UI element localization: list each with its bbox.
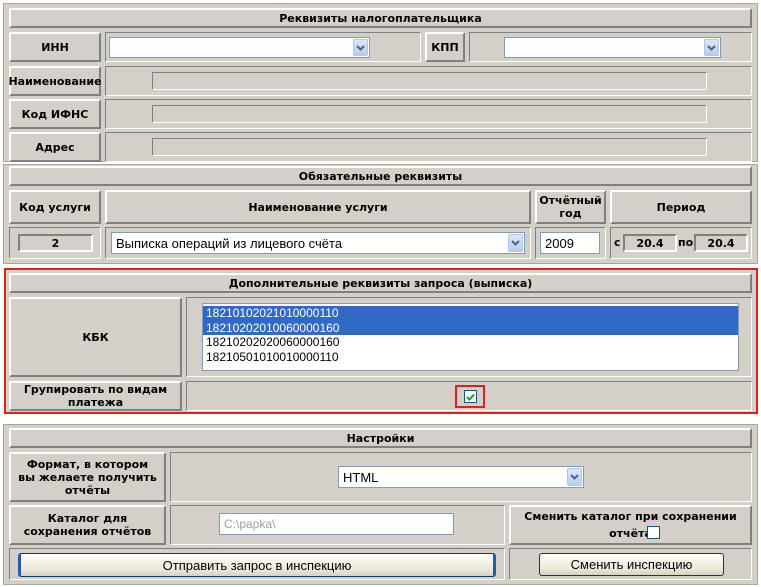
group-checkbox[interactable] bbox=[464, 390, 477, 403]
name-label: Наименование bbox=[8, 66, 102, 96]
change-dir-label: Сменить каталог при сохранении отчёта bbox=[511, 508, 750, 542]
required-header: Обязательные реквизиты bbox=[9, 166, 752, 186]
kbk-list-item[interactable]: 18210102021010000110 bbox=[203, 306, 738, 321]
period-to-label: по bbox=[678, 236, 694, 249]
address-field bbox=[152, 138, 707, 156]
inn-select[interactable] bbox=[109, 37, 370, 58]
kpp-label: КПП bbox=[425, 32, 465, 62]
group-label: Групировать по видам платежа bbox=[9, 381, 182, 411]
kpp-select[interactable] bbox=[504, 37, 721, 58]
ifns-label: Код ИФНС bbox=[9, 99, 101, 129]
format-select-value: HTML bbox=[343, 469, 379, 485]
checkmark-icon bbox=[466, 393, 475, 401]
kbk-list-item[interactable]: 18210202020060000160 bbox=[203, 335, 738, 350]
kbk-list-item[interactable]: 18210202010060000160 bbox=[203, 320, 738, 335]
change-dir-text: Сменить каталог при сохранении отчёта bbox=[524, 510, 737, 540]
service-name-label: Наименование услуги bbox=[105, 190, 531, 224]
send-request-button[interactable]: Отправить запрос в инспекцию bbox=[18, 553, 496, 577]
ifns-field bbox=[152, 105, 707, 123]
kbk-listbox[interactable]: 18210102021010000110 1821020201006000016… bbox=[202, 303, 739, 371]
format-select[interactable]: HTML bbox=[338, 466, 584, 488]
service-code-value: 2 bbox=[18, 234, 93, 252]
dir-label: Каталог для сохранения отчётов bbox=[9, 505, 166, 545]
chevron-down-icon[interactable] bbox=[704, 39, 719, 56]
period-to-value: 20.4 bbox=[694, 234, 748, 252]
change-dir-checkbox[interactable] bbox=[647, 526, 660, 539]
period-from-value: 20.4 bbox=[623, 234, 677, 252]
chevron-down-icon[interactable] bbox=[353, 39, 368, 56]
inn-label: ИНН bbox=[9, 32, 101, 62]
chevron-down-icon[interactable] bbox=[508, 234, 523, 252]
year-input[interactable]: 2009 bbox=[540, 232, 600, 254]
dir-input[interactable]: C:\papka\ bbox=[219, 513, 454, 535]
name-field bbox=[152, 72, 707, 90]
chevron-down-icon[interactable] bbox=[567, 468, 582, 486]
address-label: Адрес bbox=[9, 132, 101, 162]
kbk-label: КБК bbox=[9, 297, 182, 377]
service-select-value: Выписка операций из лицевого счёта bbox=[116, 235, 343, 251]
service-code-label: Код услуги bbox=[9, 190, 101, 224]
format-label: Формат, в котором вы желаете получить от… bbox=[9, 452, 166, 502]
year-label: Отчётный год bbox=[535, 190, 606, 224]
period-label: Период bbox=[610, 190, 752, 224]
kbk-list-item[interactable]: 18210501010010000110 bbox=[203, 350, 738, 365]
period-from-label: с bbox=[614, 236, 621, 249]
taxpayer-header: Реквизиты налогоплательщика bbox=[9, 8, 752, 28]
settings-header: Настройки bbox=[9, 428, 752, 448]
change-inspection-button[interactable]: Сменить инспекцию bbox=[539, 553, 724, 576]
additional-header: Дополнительные реквизиты запроса (выписк… bbox=[9, 273, 752, 293]
service-select[interactable]: Выписка операций из лицевого счёта bbox=[111, 232, 525, 254]
